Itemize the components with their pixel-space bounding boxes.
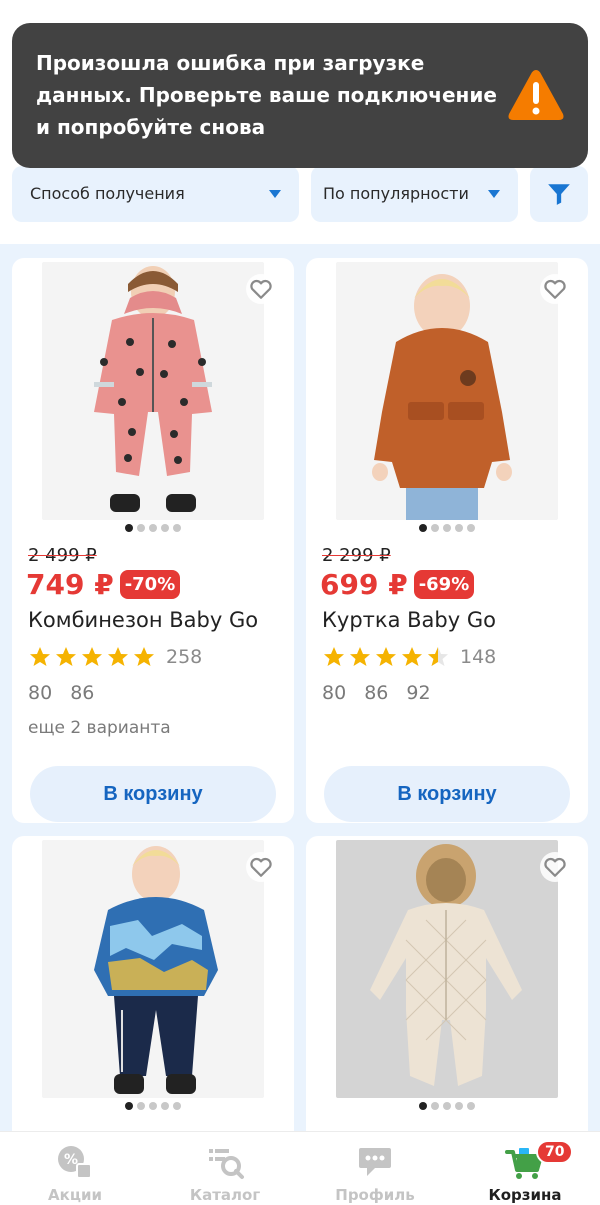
nav-label: Каталог	[189, 1186, 261, 1204]
pager-dot	[467, 524, 475, 532]
old-price: 2 499 ₽	[28, 545, 97, 566]
photo-pager	[12, 524, 294, 532]
nav-label: Акции	[48, 1186, 102, 1204]
star-icon	[376, 647, 396, 666]
old-price: 2 299 ₽	[322, 545, 391, 566]
warning-icon	[508, 70, 564, 120]
add-to-cart-button[interactable]: В корзину	[324, 766, 570, 822]
variants-link[interactable]: еще 2 варианта	[28, 718, 171, 738]
star-icon	[402, 647, 422, 666]
pager-dot	[431, 1102, 439, 1110]
pager-dot	[161, 524, 169, 532]
size-option: 92	[406, 682, 431, 704]
pager-dot	[419, 1102, 427, 1110]
profile-icon	[359, 1148, 391, 1176]
nav-label: Корзина	[488, 1186, 562, 1204]
nav-item-profile[interactable]: Профиль	[300, 1132, 450, 1205]
price-row: 699 ₽ -69%	[320, 568, 475, 601]
product-photo[interactable]	[42, 840, 264, 1098]
favorite-heart-icon[interactable]	[540, 274, 570, 304]
star-icon	[350, 647, 370, 666]
pager-dot	[173, 1102, 181, 1110]
filter-button[interactable]	[530, 166, 588, 222]
price-row: 749 ₽ -70%	[26, 568, 181, 601]
pager-dot	[125, 1102, 133, 1110]
pager-dot	[455, 1102, 463, 1110]
pager-dot	[419, 524, 427, 532]
nav-label: Профиль	[335, 1186, 415, 1204]
product-card[interactable]	[12, 836, 294, 1156]
pager-dot	[149, 524, 157, 532]
star-icon	[56, 647, 76, 666]
pager-dot	[443, 524, 451, 532]
current-price: 749 ₽	[26, 568, 114, 601]
pager-dot	[137, 1102, 145, 1110]
favorite-heart-icon[interactable]	[246, 852, 276, 882]
sort-label: По популярности	[323, 184, 469, 203]
favorite-heart-icon[interactable]	[246, 274, 276, 304]
product-photo[interactable]	[336, 840, 558, 1098]
pager-dot	[443, 1102, 451, 1110]
product-photo[interactable]	[336, 262, 558, 520]
star-icon	[30, 647, 50, 666]
rating-count: 148	[460, 646, 497, 668]
catalog-search-icon	[209, 1149, 244, 1179]
chevron-down-icon	[488, 190, 500, 198]
size-option: 86	[70, 682, 95, 704]
size-option: 80	[28, 682, 53, 704]
rating: 258	[28, 645, 202, 669]
photo-pager	[306, 524, 588, 532]
star-icon	[134, 647, 154, 666]
discount-badge: -70%	[119, 570, 181, 599]
nav-item-cart[interactable]: 70 Корзина	[450, 1132, 600, 1205]
product-photo[interactable]	[42, 262, 264, 520]
size-option: 86	[364, 682, 389, 704]
pager-dot	[173, 524, 181, 532]
size-option: 80	[322, 682, 347, 704]
photo-pager	[306, 1102, 588, 1110]
pager-dot	[161, 1102, 169, 1110]
current-price: 699 ₽	[320, 568, 408, 601]
pager-dot	[137, 524, 145, 532]
product-grid: 2 499 ₽ 749 ₽ -70% Комбинезон Baby Go 25…	[0, 244, 600, 1156]
delivery-method-dropdown[interactable]: Способ получения	[12, 166, 299, 222]
favorite-heart-icon[interactable]	[540, 852, 570, 882]
error-message: Произошла ошибка при загрузке данных. Пр…	[36, 51, 497, 139]
product-card[interactable]	[306, 836, 588, 1156]
filter-bar: Способ получения По популярности	[0, 158, 600, 244]
error-toast[interactable]: Произошла ошибка при загрузке данных. Пр…	[12, 23, 588, 168]
sort-dropdown[interactable]: По популярности	[311, 166, 518, 222]
svg-text:%: %	[64, 1152, 78, 1168]
promo-icon: %	[58, 1146, 92, 1179]
size-list: 80 86 92	[322, 682, 431, 704]
pager-dot	[431, 524, 439, 532]
nav-item-promo[interactable]: % Акции	[0, 1132, 150, 1205]
pager-dot	[149, 1102, 157, 1110]
delivery-method-label: Способ получения	[30, 184, 185, 203]
pager-dot	[467, 1102, 475, 1110]
size-list: 80 86	[28, 682, 94, 704]
star-icon	[82, 647, 102, 666]
photo-pager	[12, 1102, 294, 1110]
filter-icon	[548, 184, 570, 205]
half-star-icon	[428, 647, 448, 666]
discount-badge: -69%	[413, 570, 475, 599]
chevron-down-icon	[269, 190, 281, 198]
cart-count-badge: 70	[536, 1140, 574, 1164]
rating-count: 258	[166, 646, 203, 668]
add-to-cart-button[interactable]: В корзину	[30, 766, 276, 822]
nav-item-catalog[interactable]: Каталог	[150, 1132, 300, 1205]
rating: 148	[322, 645, 496, 669]
product-card[interactable]: 2 499 ₽ 749 ₽ -70% Комбинезон Baby Go 25…	[12, 258, 294, 823]
product-card[interactable]: 2 299 ₽ 699 ₽ -69% Куртка Baby Go 148 80…	[306, 258, 588, 823]
product-name[interactable]: Комбинезон Baby Go	[28, 608, 258, 632]
star-icon	[324, 647, 344, 666]
pager-dot	[125, 524, 133, 532]
pager-dot	[455, 524, 463, 532]
product-name[interactable]: Куртка Baby Go	[322, 608, 496, 632]
star-icon	[108, 647, 128, 666]
bottom-navigation: % Акции Каталог Профиль 70 Корзина	[0, 1131, 600, 1205]
